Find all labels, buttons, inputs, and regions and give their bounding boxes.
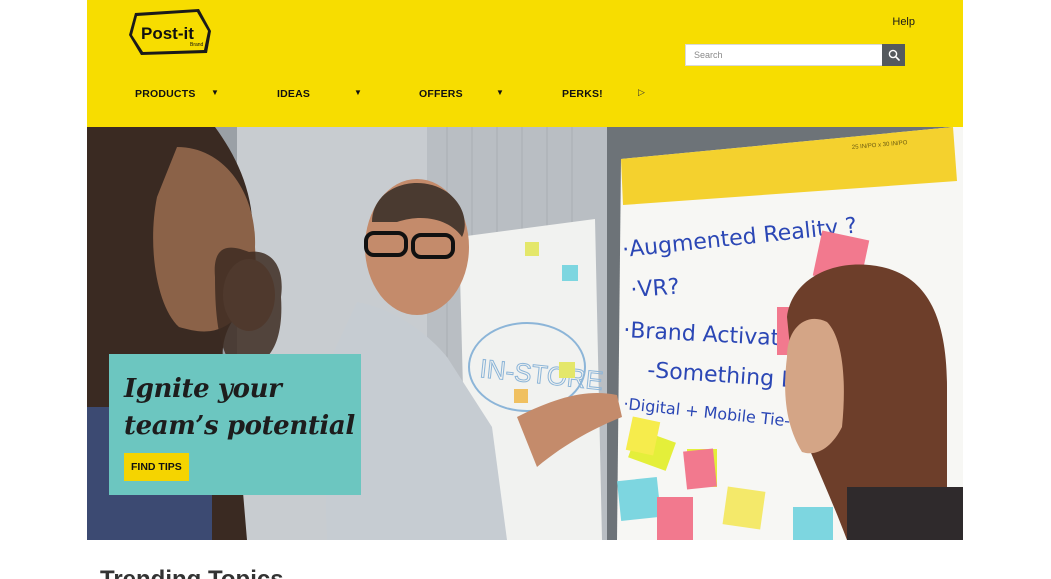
nav-item-products[interactable]: PRODUCTS [135, 86, 196, 102]
chevron-down-icon[interactable]: ▼ [211, 88, 219, 97]
search-icon [888, 49, 900, 61]
nav-item-offers[interactable]: OFFERS [419, 86, 463, 102]
chevron-down-icon[interactable]: ▼ [496, 88, 504, 97]
promo-title: Ignite your team’s potential [124, 374, 355, 441]
logo-brand: Brand [190, 42, 204, 48]
hero-banner: IN-STORE 25 IN/PO x 30 IN/PO ·Augmented … [87, 127, 963, 540]
logo-text: Post-it [141, 24, 194, 43]
site-header: Post-it Brand Help PRODUCTS ▼ IDEAS ▼ [87, 0, 963, 127]
nav-item-ideas[interactable]: IDEAS [277, 86, 310, 102]
board-line-2: ·VR? [630, 275, 681, 303]
search-field[interactable] [685, 44, 883, 66]
help-link[interactable]: Help [892, 16, 915, 28]
nav-label-perks: PERKS! [562, 88, 603, 100]
find-tips-button[interactable]: FIND TIPS [124, 453, 189, 481]
chevron-down-icon[interactable]: ▼ [354, 88, 362, 97]
chevron-right-icon[interactable]: ▷ [638, 87, 645, 98]
search-button[interactable] [882, 44, 905, 66]
page: Post-it Brand Help PRODUCTS ▼ IDEAS ▼ [87, 0, 963, 579]
main-nav: PRODUCTS ▼ IDEAS ▼ OFFERS ▼ PERKS! ▷ [87, 86, 963, 102]
nav-label-products: PRODUCTS [135, 88, 196, 100]
post-it-logo[interactable]: Post-it Brand [127, 9, 215, 57]
nav-item-perks[interactable]: PERKS! [562, 86, 603, 102]
nav-label-offers: OFFERS [419, 88, 463, 100]
promo-card: Ignite your team’s potential FIND TIPS [109, 354, 361, 495]
section-heading: Trending Topics [100, 566, 284, 579]
search-input[interactable] [686, 45, 882, 65]
nav-label-ideas: IDEAS [277, 88, 311, 100]
